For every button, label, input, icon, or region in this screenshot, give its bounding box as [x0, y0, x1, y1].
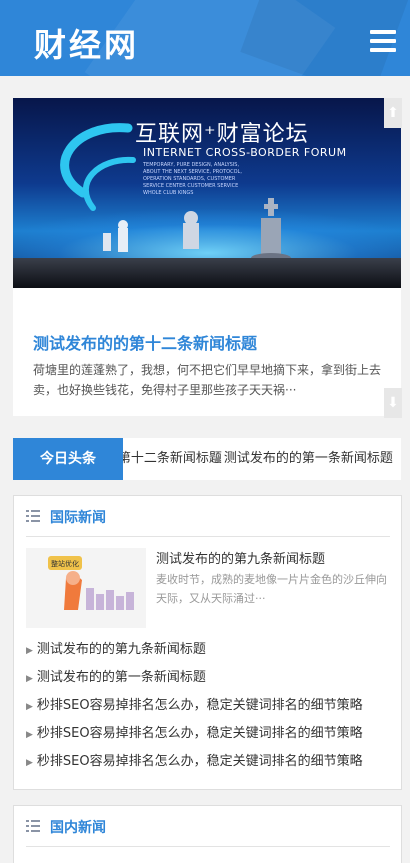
list-item[interactable]: ▶ 测试发布的的第九条新闻标题 — [26, 636, 390, 664]
international-news-section: 国际新闻 整站优化 测试发布的的第九条新闻标题 麦收时节，成熟的麦地像一片片金色… — [13, 495, 402, 790]
section-header: 国内新闻 — [26, 806, 390, 847]
caret-right-icon: ▶ — [26, 758, 33, 768]
arrow-down-icon[interactable]: ⬇ — [384, 388, 402, 418]
list-icon — [26, 820, 40, 832]
slide-banner-image[interactable]: 互联网⁺财富论坛 INTERNET CROSS-BORDER FORUM TEM… — [13, 98, 401, 288]
thumbnail-art: 整站优化 — [48, 556, 134, 610]
banner-small-text: TEMPORARY, PURE DESIGN, ANALYSIS, ABOUT … — [143, 162, 242, 196]
ticker-item[interactable]: ◀测试发布的的第十二条新闻标题 — [123, 438, 222, 480]
arrow-up-icon[interactable]: ⬆ — [384, 98, 402, 128]
list-icon — [26, 510, 40, 522]
site-header: 财经网 — [0, 0, 410, 76]
list-item[interactable]: ▶ 秒排SEO容易掉排名怎么办，稳定关键词排名的细节策略 — [26, 692, 390, 720]
slide-description: 荷塘里的莲蓬熟了，我想，何不把它们早早地摘下来，拿到街上去卖，也好换些钱花，免得… — [33, 363, 382, 397]
caret-right-icon: ▶ — [26, 646, 33, 656]
svg-text:整站优化: 整站优化 — [51, 559, 79, 568]
featured-news-description: 麦收时节，成熟的麦地像一片片金色的沙丘伸向天际，又从天际涌过··· — [156, 573, 387, 605]
section-header: 国际新闻 — [26, 496, 390, 537]
hamburger-menu-icon[interactable] — [370, 30, 396, 52]
featured-news-title[interactable]: 测试发布的的第九条新闻标题 — [156, 548, 325, 567]
ticker-track: ◀测试发布的的第十二条新闻标题 ◀测试发布的的第一条新闻标题 — [123, 438, 401, 480]
featured-thumbnail[interactable]: 整站优化 — [26, 548, 146, 628]
caret-left-icon: ◀ — [213, 455, 220, 465]
list-item[interactable]: ▶ 秒排SEO容易掉排名怎么办，稳定关键词排名的细节策略 — [26, 720, 390, 748]
banner-subtitle: INTERNET CROSS-BORDER FORUM — [143, 146, 347, 159]
news-slider: 互联网⁺财富论坛 INTERNET CROSS-BORDER FORUM TEM… — [13, 98, 401, 416]
caret-right-icon: ▶ — [26, 674, 33, 684]
caret-right-icon: ▶ — [26, 730, 33, 740]
caret-right-icon: ▶ — [26, 702, 33, 712]
section-title[interactable]: 国内新闻 — [50, 817, 106, 837]
ticker-label: 今日头条 — [13, 438, 123, 480]
slide-title-link[interactable]: 测试发布的的第十二条新闻标题 — [33, 330, 257, 354]
banner-title: 互联网⁺财富论坛 — [135, 122, 309, 147]
headline-ticker: 今日头条 ◀测试发布的的第十二条新闻标题 ◀测试发布的的第一条新闻标题 — [13, 438, 401, 480]
list-item[interactable]: ▶ 测试发布的的第一条新闻标题 — [26, 664, 390, 692]
domestic-news-section: 国内新闻 — [13, 805, 402, 863]
ticker-item[interactable]: ◀ 测试发布的的第一条新闻标题 — [213, 438, 393, 480]
site-logo[interactable]: 财经网 — [34, 20, 139, 66]
list-item[interactable]: ▶ 秒排SEO容易掉排名怎么办，稳定关键词排名的细节策略 — [26, 748, 390, 776]
section-title[interactable]: 国际新闻 — [50, 507, 106, 527]
news-list: ▶ 测试发布的的第九条新闻标题 ▶ 测试发布的的第一条新闻标题 ▶ 秒排SEO容易掉排… — [26, 636, 390, 776]
